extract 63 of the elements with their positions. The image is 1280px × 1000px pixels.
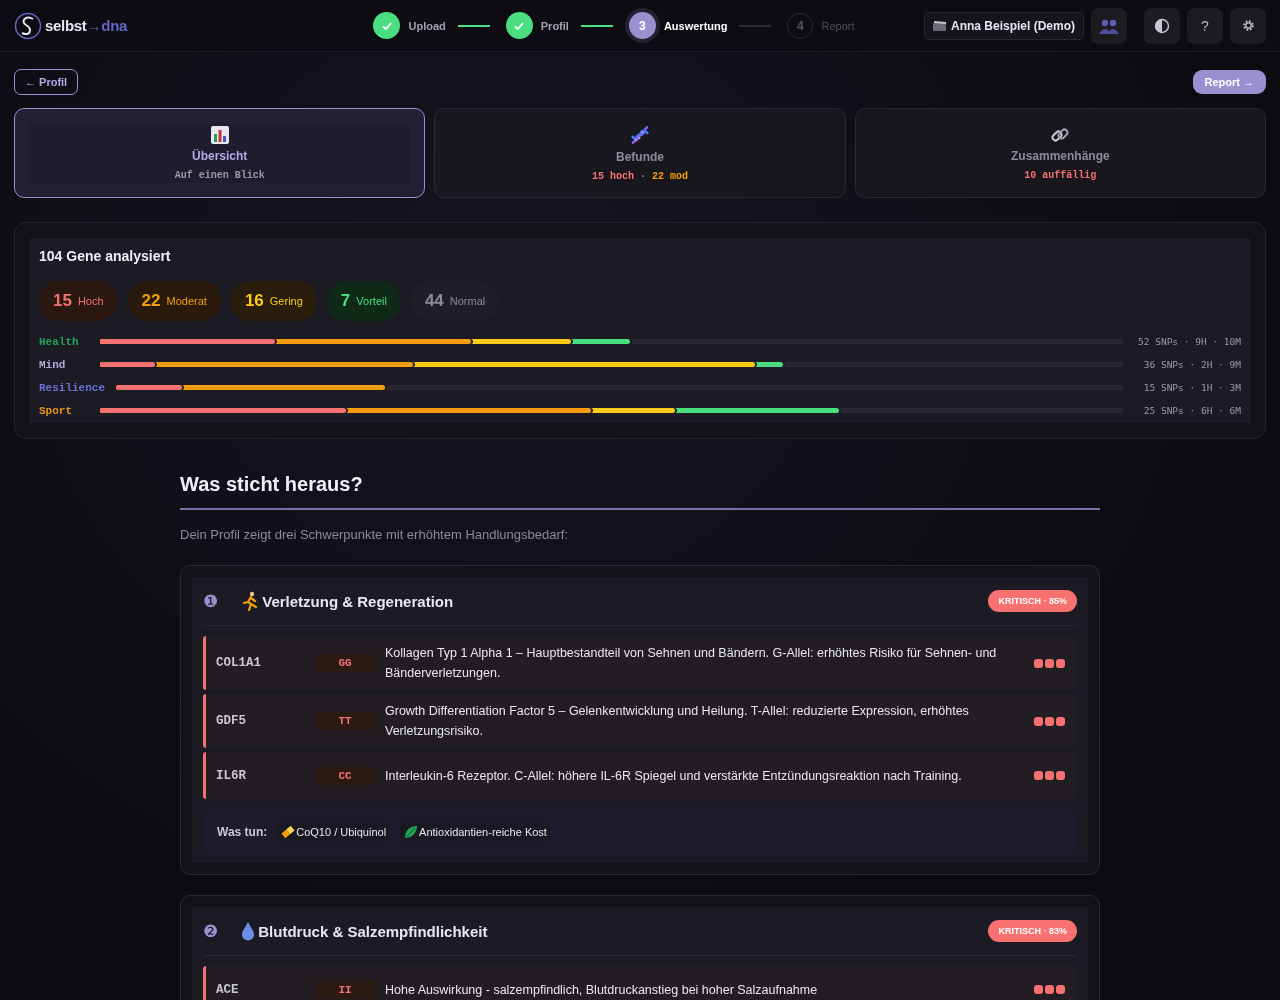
intro-text: Dein Profil zeigt drei Schwerpunkte mit erhöhtem Handlungsbedarf: xyxy=(180,527,570,542)
settings-button[interactable] xyxy=(1230,7,1266,44)
dna-icon xyxy=(629,124,651,146)
view-tab[interactable]: Zusammenhänge 10 auffällig xyxy=(854,108,1266,198)
genotype-tag: CC xyxy=(315,766,375,785)
severity-dots-icon xyxy=(1034,716,1065,726)
step-label[interactable]: Auswertung xyxy=(663,19,728,32)
chip-label: CoQ10 / Ubiquinol xyxy=(296,826,387,838)
genotype-tag: II xyxy=(315,980,375,999)
back-button[interactable]: ← Profil xyxy=(14,69,79,95)
gene-name: ACE xyxy=(216,982,240,997)
item-number: ❶ xyxy=(203,591,219,611)
gene-description: Hohe Auswirkung - salzempfindlich, Blutdruckanstieg bei hoher Salzaufnahme xyxy=(385,981,819,999)
people-button[interactable] xyxy=(1091,7,1127,44)
severity-dots-icon xyxy=(1034,771,1065,780)
category-stats: 15 SNPs · 1H · 3M xyxy=(1142,382,1241,393)
pill-icon xyxy=(281,825,296,839)
contrast-icon xyxy=(1154,17,1170,34)
gene-description: Interleukin-6 Rezeptor. C-Allel: höhere IL-6R Spiegel und verstärkte Entzündungsreaktion nach Training. xyxy=(385,767,963,785)
view-tab[interactable]: Befunde 15 hoch · 22 mod xyxy=(434,108,846,198)
card-title: Verletzung & Regeneration xyxy=(262,592,455,610)
logo-icon xyxy=(14,11,42,40)
app-logo-text: selbst→dna xyxy=(45,17,128,34)
category-stats: 25 SNPs · 6H · 6M xyxy=(1142,405,1241,416)
bar-chart-icon xyxy=(209,125,230,145)
step-label[interactable]: Upload xyxy=(408,19,446,32)
category-label: Mind xyxy=(39,358,67,371)
leaf-icon xyxy=(404,825,419,839)
theme-toggle-button[interactable] xyxy=(1144,7,1180,44)
actions-label: Was tun: xyxy=(217,825,268,839)
chain-link-icon xyxy=(1050,125,1071,145)
gene-description: Kollagen Typ 1 Alpha 1 – Hauptbestandteil von Sehnen und Bändern. G-Allel: erhöhtes Risiko für Sehnen- und Bänderverletzungen. xyxy=(385,645,998,682)
stat-badge: 7 Vorteil xyxy=(326,281,401,321)
gene-name: COL1A1 xyxy=(216,656,262,670)
genotype-tag: TT xyxy=(315,712,375,730)
gene-name: IL6R xyxy=(216,768,247,783)
gene-description: Growth Differentiation Factor 5 – Gelenkentwicklung und Heilung. T-Allel: reduzierte Expression, erhöhtes Verletzungsrisiko. xyxy=(385,703,970,740)
severity-badge: KRITISCH · 85% xyxy=(988,590,1077,612)
chip-label: Antioxidantien-reiche Kost xyxy=(419,826,547,838)
category-stats: 36 SNPs · 2H · 9M xyxy=(1142,359,1241,370)
stat-badge: 22 Moderat xyxy=(127,281,221,321)
severity-dots-icon xyxy=(1034,658,1065,668)
genotype-tag: GG xyxy=(315,654,375,672)
card-title: Blutdruck & Salzempfindlichkeit xyxy=(258,922,489,940)
category-label: Health xyxy=(39,335,80,348)
gene-name: GDF5 xyxy=(216,714,247,728)
people-icon xyxy=(1099,17,1119,34)
category-stats: 52 SNPs · 9H · 10M xyxy=(1137,336,1241,347)
settings-icon xyxy=(1241,19,1255,32)
category-label: Sport xyxy=(39,404,73,417)
step-label[interactable]: Profil xyxy=(540,19,569,32)
item-number: ❷ xyxy=(203,921,219,941)
user-switcher[interactable]: Anna Beispiel (Demo) xyxy=(923,11,1084,40)
drop-icon xyxy=(240,921,257,941)
help-button[interactable]: ? xyxy=(1187,7,1223,44)
category-label: Resilience xyxy=(39,381,106,394)
stat-badge: 16 Gering xyxy=(230,281,317,321)
summary-title: 104 Gene analysiert xyxy=(39,248,172,264)
severity-badge: KRITISCH · 83% xyxy=(988,920,1077,942)
stat-badge: 15 Hoch xyxy=(39,281,118,321)
view-tab[interactable]: Übersicht Auf einen Blick xyxy=(14,108,426,198)
severity-dots-icon xyxy=(1034,985,1065,994)
section-heading: Was sticht heraus? xyxy=(180,473,1100,510)
